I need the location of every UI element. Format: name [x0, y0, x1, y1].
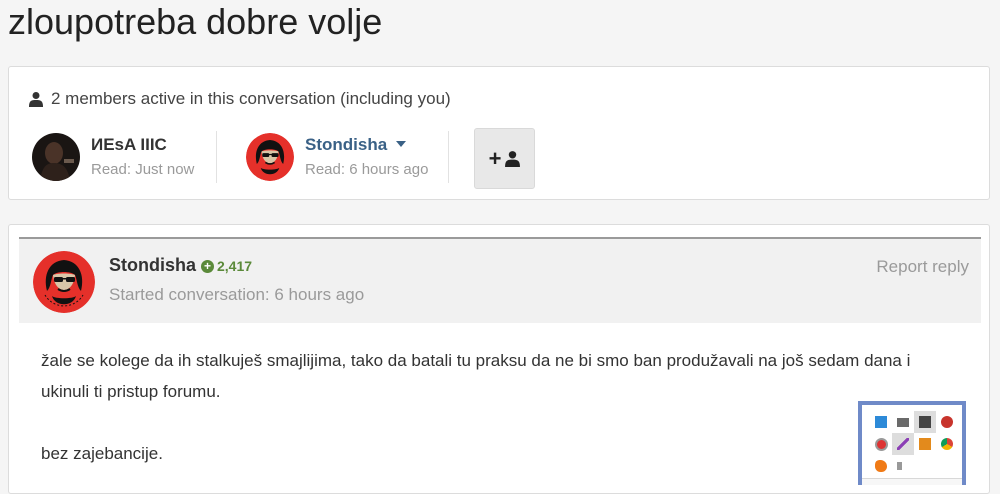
network-icon: [870, 411, 892, 433]
add-participant-button[interactable]: +: [474, 128, 535, 189]
divider: [216, 131, 217, 183]
member-stondisha[interactable]: Stondisha Read: 6 hours ago: [246, 133, 428, 181]
post-content: žale se kolege da ih stalkuješ smajlijim…: [41, 345, 921, 469]
red-face-avatar-icon: [33, 251, 95, 313]
dark-avatar-icon: [32, 133, 80, 181]
author-name[interactable]: Stondisha: [109, 255, 196, 276]
pen-icon: [892, 433, 914, 455]
tray-screenshot: [858, 401, 966, 485]
caret-down-icon[interactable]: [395, 140, 406, 147]
member-name[interactable]: ИЕsA IIIC: [91, 134, 194, 156]
security-icon: [870, 433, 892, 455]
display-icon: [914, 411, 936, 433]
monitor-icon: [892, 411, 914, 433]
reputation-badge: + 2,417: [201, 258, 252, 274]
author-avatar[interactable]: [33, 251, 95, 313]
post-header: Stondisha + 2,417 Started conversation: …: [19, 237, 981, 323]
members-heading-text: 2 members active in this conversation (i…: [51, 89, 451, 108]
page-title: zloupotreba dobre volje: [8, 1, 383, 42]
post-paragraph: bez zajebancije.: [41, 444, 163, 463]
member-name[interactable]: Stondisha: [305, 134, 428, 156]
user-icon: [29, 92, 43, 107]
app-red-icon: [936, 411, 958, 433]
conversation-post: Stondisha + 2,417 Started conversation: …: [8, 224, 990, 494]
avast-icon: [870, 455, 892, 477]
plus-icon: +: [488, 145, 502, 171]
member-read-status: Read: 6 hours ago: [305, 160, 429, 178]
post-paragraph: žale se kolege da ih stalkuješ smajlijim…: [41, 351, 911, 401]
user-icon: [505, 151, 521, 167]
member-read-status: Read: Just now: [91, 160, 195, 178]
red-face-avatar-icon: [246, 133, 294, 181]
member-iesa[interactable]: ИЕsA IIIC Read: Just now: [32, 133, 194, 181]
report-reply-link[interactable]: Report reply: [876, 257, 969, 277]
avatar[interactable]: [32, 133, 80, 181]
active-members-panel: 2 members active in this conversation (i…: [8, 66, 990, 200]
divider: [448, 131, 449, 183]
plus-circle-icon: +: [201, 259, 214, 273]
volume-icon: [892, 455, 914, 477]
chrome-icon: [936, 433, 958, 455]
package-icon: [914, 433, 936, 455]
post-meta: Started conversation: 6 hours ago: [109, 285, 365, 304]
reputation-count: 2,417: [217, 258, 253, 274]
members-heading: 2 members active in this conversation (i…: [29, 89, 451, 109]
avatar[interactable]: [246, 133, 294, 181]
